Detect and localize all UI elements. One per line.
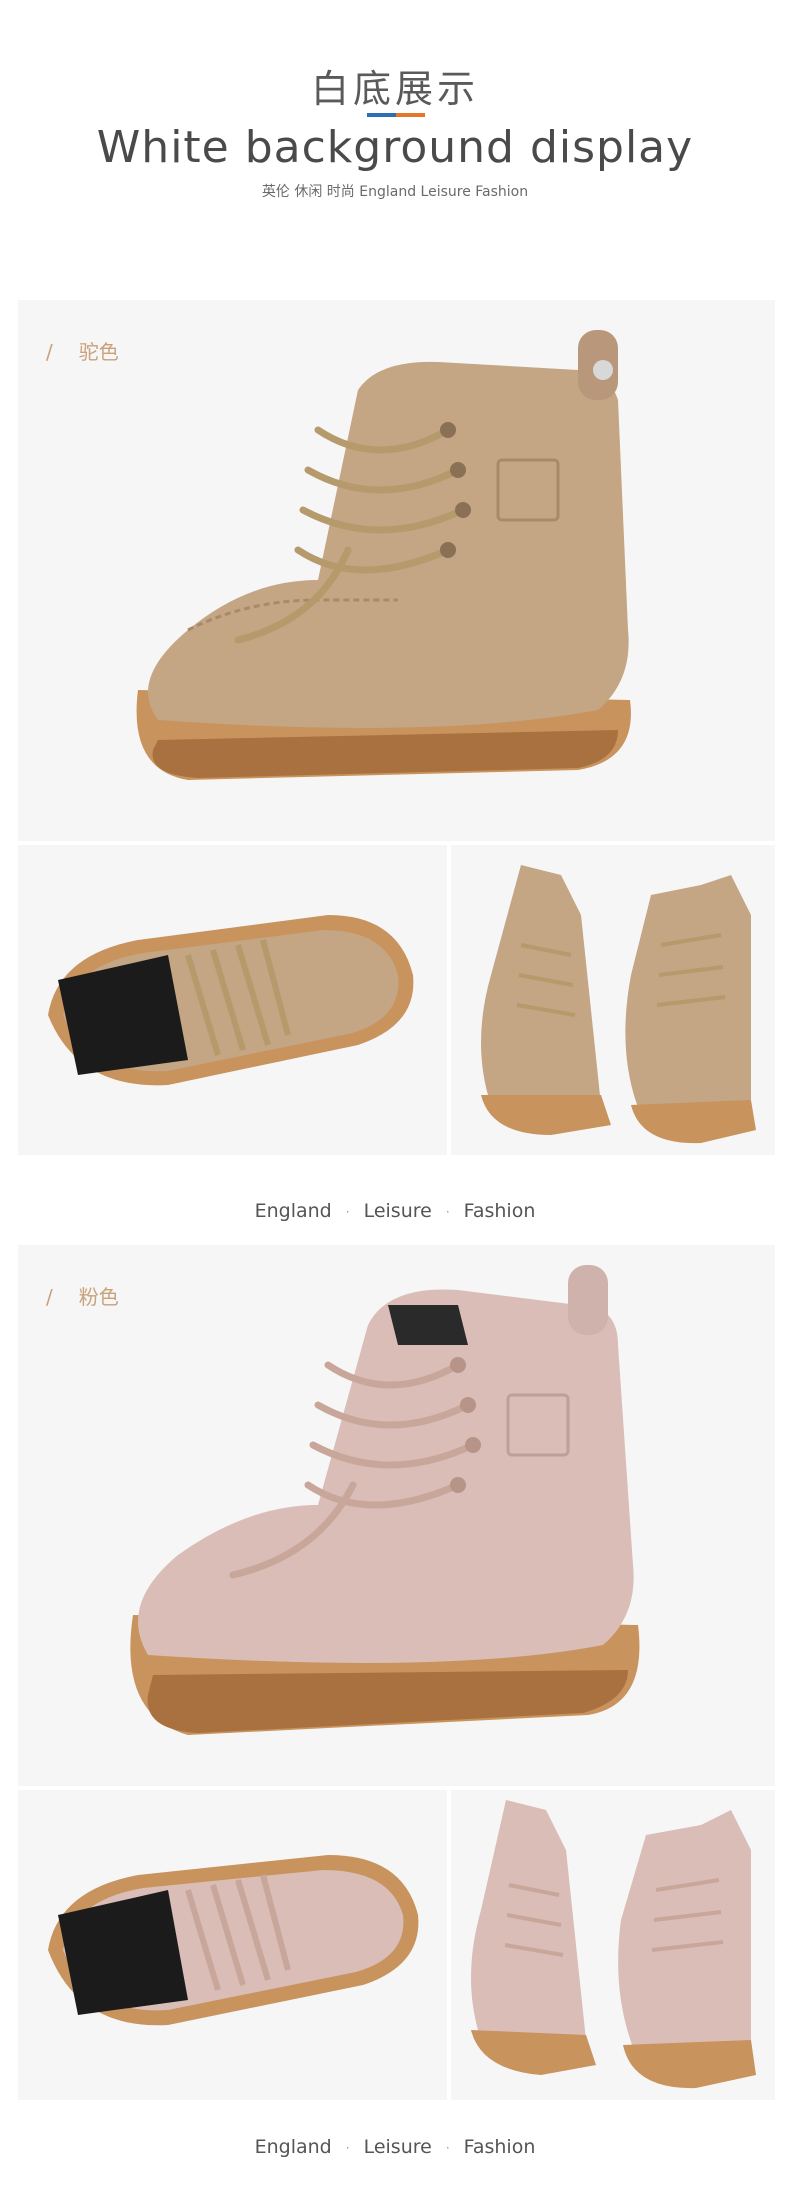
caption-england: England — [254, 2136, 332, 2158]
boot-pair-image — [471, 1800, 756, 2089]
caption-dot: · — [345, 2140, 350, 2155]
caption-leisure: Leisure — [363, 1200, 432, 1222]
boot-side-image — [130, 1265, 640, 1735]
boot-side-image — [136, 330, 631, 780]
page-title-en: White background display — [96, 122, 694, 173]
boot-top-view-image — [48, 915, 414, 1086]
page-subtitle: 英伦 休闲 时尚 England Leisure Fashion — [261, 184, 529, 200]
divider-orange — [396, 113, 425, 117]
color-name: 驼色 — [78, 340, 119, 364]
caption-england: England — [254, 1200, 332, 1222]
main-photo-panel: / 驼色 — [18, 300, 775, 841]
caption-leisure: Leisure — [363, 2136, 432, 2158]
pair-photo-panel — [451, 1790, 775, 2100]
label-slash: / — [46, 1285, 53, 1309]
caption-fashion: Fashion — [463, 2136, 536, 2158]
caption-dot: · — [445, 1204, 450, 1219]
top-view-photo-panel — [18, 1790, 447, 2100]
divider-blue — [367, 113, 396, 117]
color-label: / 驼色 — [46, 336, 119, 365]
page-title-cn: 白底展示 — [310, 67, 479, 111]
top-view-photo-panel — [18, 845, 447, 1155]
label-slash: / — [46, 340, 53, 364]
boot-pair-image — [481, 865, 756, 1144]
color-name: 粉色 — [78, 1285, 119, 1309]
tagline-caption: England · Leisure · Fashion — [0, 1200, 790, 1222]
pair-photo-panel — [451, 845, 775, 1155]
color-label: / 粉色 — [46, 1281, 119, 1310]
caption-dot: · — [445, 2140, 450, 2155]
page-header: 白底展示 White background display 英伦 休闲 时尚 E… — [0, 0, 790, 260]
title-divider — [367, 113, 425, 117]
main-photo-panel: / 粉色 — [18, 1245, 775, 1786]
tagline-caption: England · Leisure · Fashion — [0, 2136, 790, 2158]
boot-top-view-image — [48, 1855, 419, 2026]
caption-fashion: Fashion — [463, 1200, 536, 1222]
caption-dot: · — [345, 1204, 350, 1219]
